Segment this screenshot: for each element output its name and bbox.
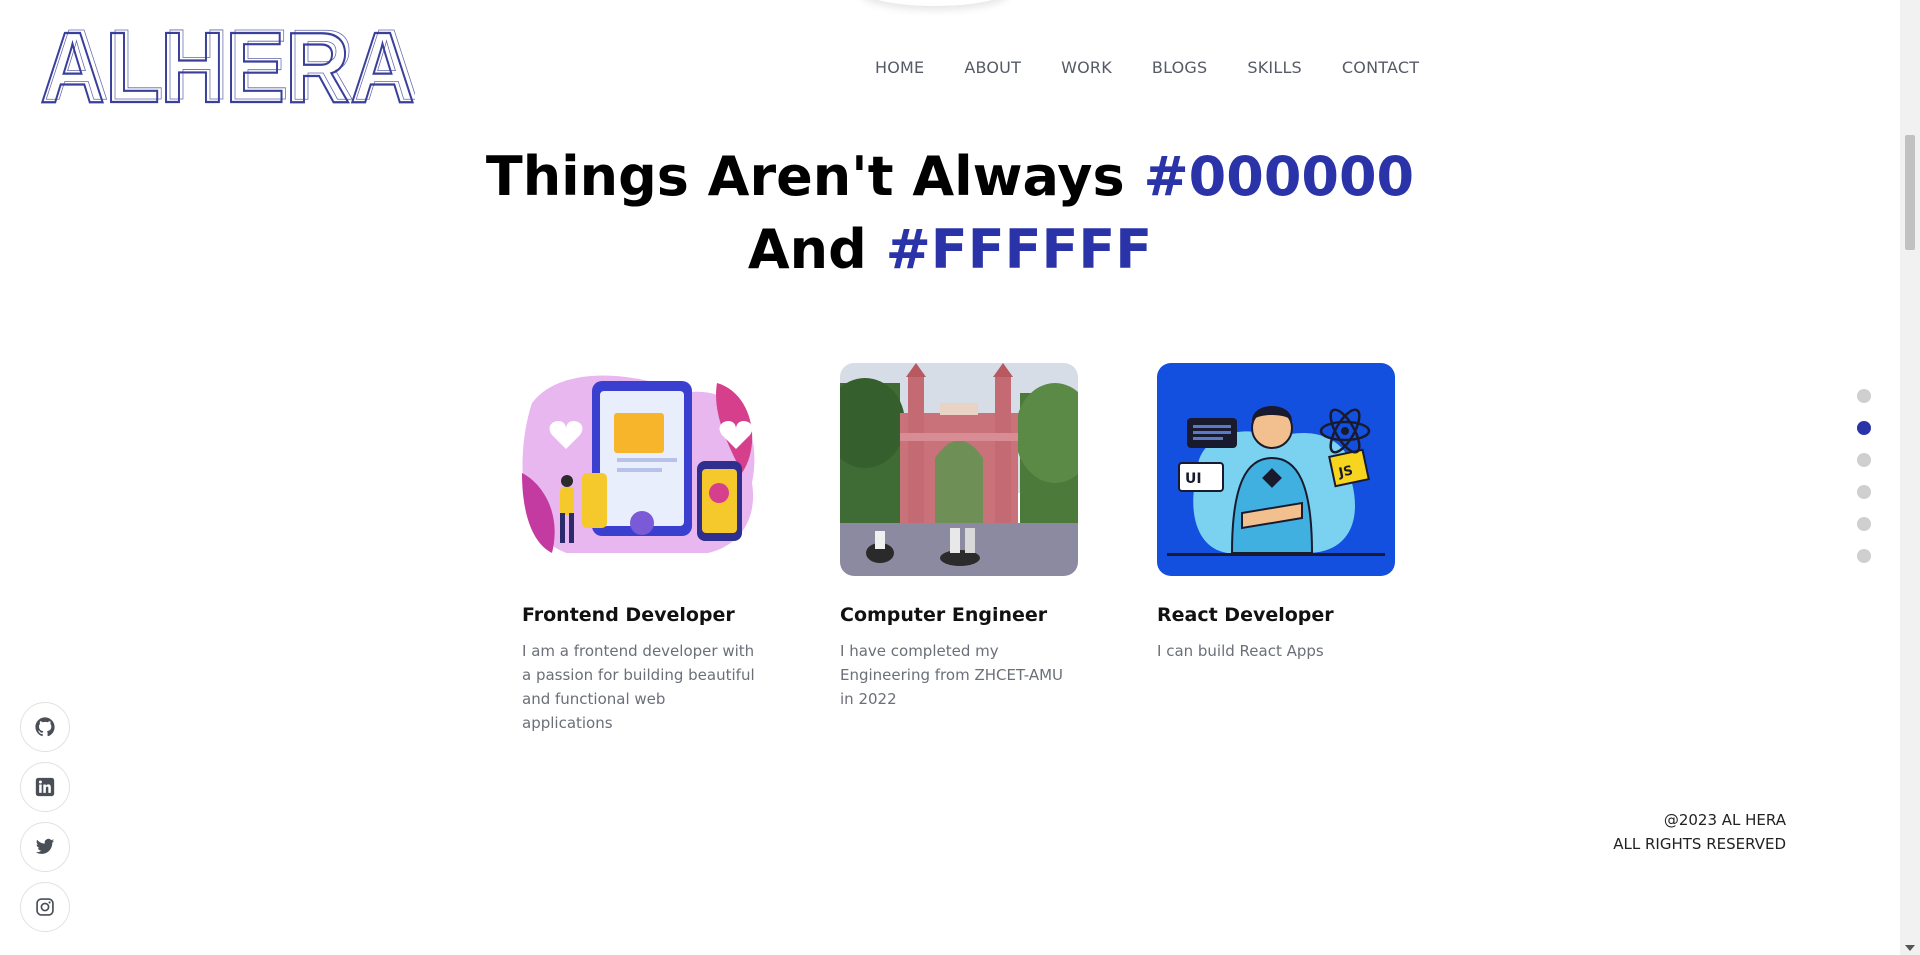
hero-line2-text: And (747, 218, 886, 281)
university-gate-photo (840, 363, 1078, 576)
nav-contact[interactable]: CONTACT (1342, 58, 1419, 77)
github-link[interactable] (20, 702, 70, 752)
section-dot-2[interactable] (1857, 421, 1871, 435)
react-developer-illustration: UI JS (1157, 363, 1395, 576)
nav-skills[interactable]: SKILLS (1247, 58, 1302, 77)
nav-home[interactable]: HOME (875, 58, 924, 77)
footer-copyright: @2023 AL HERA ALL RIGHTS RESERVED (1613, 808, 1786, 856)
nav-about[interactable]: ABOUT (964, 58, 1021, 77)
card-title: Computer Engineer (840, 604, 1048, 626)
frontend-illustration (522, 363, 760, 576)
scroll-down-arrow-icon[interactable] (1905, 945, 1915, 951)
brand-logo[interactable]: ALHERA ALHERA (39, 9, 420, 126)
card-title: Frontend Developer (522, 604, 735, 626)
nav-work[interactable]: WORK (1061, 58, 1112, 77)
card-description: I am a frontend developer with a passion… (522, 642, 755, 732)
instagram-link[interactable] (20, 882, 70, 932)
twitter-link[interactable] (20, 822, 70, 872)
scrollbar-thumb[interactable] (1905, 135, 1915, 250)
main-nav: HOME ABOUT WORK BLOGS SKILLS CONTACT (875, 58, 1419, 77)
social-links (20, 702, 70, 932)
copyright-line: @2023 AL HERA (1663, 811, 1786, 829)
hero-line1-text: Things Aren't Always (485, 145, 1144, 208)
linkedin-icon (35, 777, 55, 797)
card-title: React Developer (1157, 604, 1334, 626)
section-dot-5[interactable] (1857, 517, 1871, 531)
hero-heading: Things Aren't Always #000000 And #FFFFFF (0, 140, 1900, 286)
section-dot-1[interactable] (1857, 389, 1871, 403)
hero-line2-accent: #FFFFFF (885, 218, 1153, 281)
ui-badge: UI (1185, 471, 1202, 487)
service-card-engineer: Computer Engineer I have completed my En… (840, 363, 1078, 711)
js-badge: JS (1336, 463, 1354, 481)
card-description: I can build React Apps (1157, 642, 1324, 660)
instagram-icon (36, 898, 54, 916)
page-scrollbar[interactable] (1900, 0, 1920, 955)
linkedin-link[interactable] (20, 762, 70, 812)
rights-line: ALL RIGHTS RESERVED (1613, 835, 1786, 853)
section-dot-3[interactable] (1857, 453, 1871, 467)
top-decorative-blob (860, 0, 1010, 6)
section-dots (1857, 389, 1871, 563)
twitter-icon (35, 838, 55, 854)
nav-blogs[interactable]: BLOGS (1152, 58, 1207, 77)
github-icon (35, 717, 55, 737)
service-card-react: UI JS React Developer I can build React … (1157, 363, 1395, 663)
brand-logo-graphic: ALHERA ALHERA (39, 9, 420, 126)
hero-line1-accent: #000000 (1143, 145, 1415, 208)
section-dot-6[interactable] (1857, 549, 1871, 563)
brand-logo-text-echo: ALHERA (44, 20, 415, 106)
section-dot-4[interactable] (1857, 485, 1871, 499)
card-description: I have completed my Engineering from ZHC… (840, 642, 1064, 708)
service-card-frontend: Frontend Developer I am a frontend devel… (522, 363, 760, 735)
